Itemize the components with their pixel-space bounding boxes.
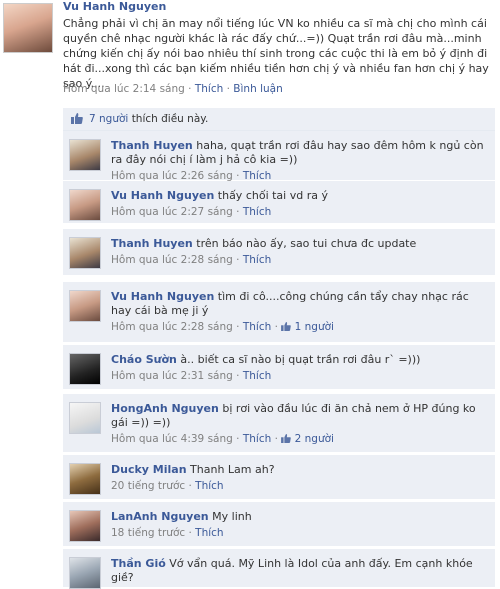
comment-time[interactable]: Hôm qua lúc 2:27 sáng xyxy=(111,206,233,218)
comment: Thanh Huyen haha, quạt trần rơi đâu hay … xyxy=(63,131,495,183)
comment: Thần Gió Vớ vẩn quá. Mỹ Linh là Idol của… xyxy=(63,549,495,589)
likes-summary: 7 người thích điều này. xyxy=(89,113,208,125)
comment-body: Thanh Huyen trên báo nào ấy, sao tui chư… xyxy=(111,237,491,267)
separator: · xyxy=(188,83,195,95)
comment-time[interactable]: Hôm qua lúc 4:39 sáng xyxy=(111,433,233,445)
comment: Vu Hanh Nguyen thấy chối tai vd ra ý Hôm… xyxy=(63,181,495,224)
comment: HongAnh Nguyen bị rơi vào đầu lúc đi ăn … xyxy=(63,394,495,453)
comment-body: HongAnh Nguyen bị rơi vào đầu lúc đi ăn … xyxy=(111,402,491,446)
author-avatar[interactable] xyxy=(3,3,53,53)
separator: · xyxy=(271,321,282,333)
commenter-name[interactable]: Ducky Milan xyxy=(111,463,187,476)
comment-text: thấy chối tai vd ra ý xyxy=(217,189,328,202)
separator: · xyxy=(232,206,243,218)
comment-like-link[interactable]: Thích xyxy=(195,480,223,492)
comment-text: à.. biết ca sĩ nào bị quạt trần rơi đâu … xyxy=(180,353,421,366)
commenter-avatar[interactable] xyxy=(69,353,101,385)
commenter-avatar[interactable] xyxy=(69,510,101,542)
post-like-link[interactable]: Thích xyxy=(195,83,223,95)
thumbs-up-icon xyxy=(281,322,292,331)
commenter-avatar[interactable] xyxy=(69,290,101,322)
comment-body: Ducky Milan Thanh Lam ah? 20 tiếng trước… xyxy=(111,463,491,493)
commenter-name[interactable]: HongAnh Nguyen xyxy=(111,402,219,415)
comment: Cháo Sườn à.. biết ca sĩ nào bị quạt trầ… xyxy=(63,345,495,390)
thumbs-up-icon xyxy=(281,434,292,443)
comment-time[interactable]: 18 tiếng trước xyxy=(111,527,185,539)
comment-like-link[interactable]: Thích xyxy=(243,321,271,333)
comment-meta: Hôm qua lúc 2:28 sáng · Thích · 1 người xyxy=(111,320,491,334)
commenter-name[interactable]: Vu Hanh Nguyen xyxy=(111,290,214,303)
separator: · xyxy=(232,321,243,333)
comment-meta: 20 tiếng trước · Thích xyxy=(111,479,491,493)
comment-meta: Hôm qua lúc 4:39 sáng · Thích · 2 người xyxy=(111,432,491,446)
comment-body: Cháo Sườn à.. biết ca sĩ nào bị quạt trầ… xyxy=(111,353,491,383)
post-author-name[interactable]: Vu Hanh Nguyen xyxy=(63,0,166,13)
comment-body: Vu Hanh Nguyen tìm đi cô....công chúng c… xyxy=(111,290,491,334)
facebook-post-thread: Vu Hanh Nguyen Chẳng phải vì chị ăn may … xyxy=(0,0,500,589)
comment-like-link[interactable]: Thích xyxy=(243,370,271,382)
commenter-avatar[interactable] xyxy=(69,402,101,434)
comment: Vu Hanh Nguyen tìm đi cô....công chúng c… xyxy=(63,282,495,343)
commenter-name[interactable]: Thanh Huyen xyxy=(111,237,193,250)
comment-text: trên báo nào ấy, sao tui chưa đc update xyxy=(196,237,417,250)
comment-body: Thần Gió Vớ vẩn quá. Mỹ Linh là Idol của… xyxy=(111,557,491,585)
comment-text: My linh xyxy=(212,510,252,523)
comment: Ducky Milan Thanh Lam ah? 20 tiếng trước… xyxy=(63,455,495,500)
comment-time[interactable]: Hôm qua lúc 2:28 sáng xyxy=(111,254,233,266)
commenter-avatar[interactable] xyxy=(69,237,101,269)
commenter-name[interactable]: Thần Gió xyxy=(111,557,166,570)
thumbs-up-icon xyxy=(71,113,83,124)
comment-meta: Hôm qua lúc 2:27 sáng · Thích xyxy=(111,205,491,219)
comment-like-link[interactable]: Thích xyxy=(243,254,271,266)
commenter-name[interactable]: Vu Hanh Nguyen xyxy=(111,189,214,202)
post-comment-link[interactable]: Bình luận xyxy=(233,83,282,95)
separator: · xyxy=(232,370,243,382)
post: Vu Hanh Nguyen Chẳng phải vì chị ăn may … xyxy=(0,0,500,100)
commenter-name[interactable]: Thanh Huyen xyxy=(111,139,193,152)
commenter-avatar[interactable] xyxy=(69,139,101,171)
commenter-name[interactable]: LanAnh Nguyen xyxy=(111,510,209,523)
comment-time[interactable]: Hôm qua lúc 2:28 sáng xyxy=(111,321,233,333)
comment-body: Thanh Huyen haha, quạt trần rơi đâu hay … xyxy=(111,139,491,183)
comment-body: LanAnh Nguyen My linh 18 tiếng trước · T… xyxy=(111,510,491,540)
likes-summary-bar: 7 người thích điều này. xyxy=(63,108,495,131)
comment: Thanh Huyen trên báo nào ấy, sao tui chư… xyxy=(63,229,495,276)
comment-time[interactable]: 20 tiếng trước xyxy=(111,480,185,492)
comment-like-link[interactable]: Thích xyxy=(243,206,271,218)
separator: · xyxy=(232,254,243,266)
commenter-avatar[interactable] xyxy=(69,189,101,221)
comment-text: Vớ vẩn quá. Mỹ Linh là Idol của anh đấy.… xyxy=(111,557,473,584)
commenter-avatar[interactable] xyxy=(69,463,101,495)
comment-meta: 18 tiếng trước · Thích xyxy=(111,526,491,540)
separator: · xyxy=(232,433,243,445)
comment-meta: Hôm qua lúc 2:28 sáng · Thích xyxy=(111,253,491,267)
post-meta: Hôm qua lúc 2:14 sáng · Thích · Bình luậ… xyxy=(63,83,283,95)
separator: · xyxy=(271,433,282,445)
comment-text: Thanh Lam ah? xyxy=(190,463,275,476)
comment-like-link[interactable]: Thích xyxy=(195,527,223,539)
commenter-avatar[interactable] xyxy=(69,557,101,589)
likes-suffix: thích điều này. xyxy=(131,113,209,125)
commenter-name[interactable]: Cháo Sườn xyxy=(111,353,177,366)
comment-time[interactable]: Hôm qua lúc 2:31 sáng xyxy=(111,370,233,382)
separator: · xyxy=(185,480,196,492)
comment-meta: Hôm qua lúc 2:31 sáng · Thích xyxy=(111,369,491,383)
comment-like-link[interactable]: Thích xyxy=(243,433,271,445)
post-text: Chẳng phải vì chị ăn may nổi tiếng lúc V… xyxy=(63,17,489,90)
likes-count-link[interactable]: 7 người xyxy=(89,113,128,125)
post-time[interactable]: Hôm qua lúc 2:14 sáng xyxy=(63,83,185,95)
comment: LanAnh Nguyen My linh 18 tiếng trước · T… xyxy=(63,502,495,547)
comment-likes-count[interactable]: 1 người xyxy=(295,321,334,333)
separator: · xyxy=(185,527,196,539)
comment-body: Vu Hanh Nguyen thấy chối tai vd ra ý Hôm… xyxy=(111,189,491,219)
comment-likes-count[interactable]: 2 người xyxy=(295,433,334,445)
